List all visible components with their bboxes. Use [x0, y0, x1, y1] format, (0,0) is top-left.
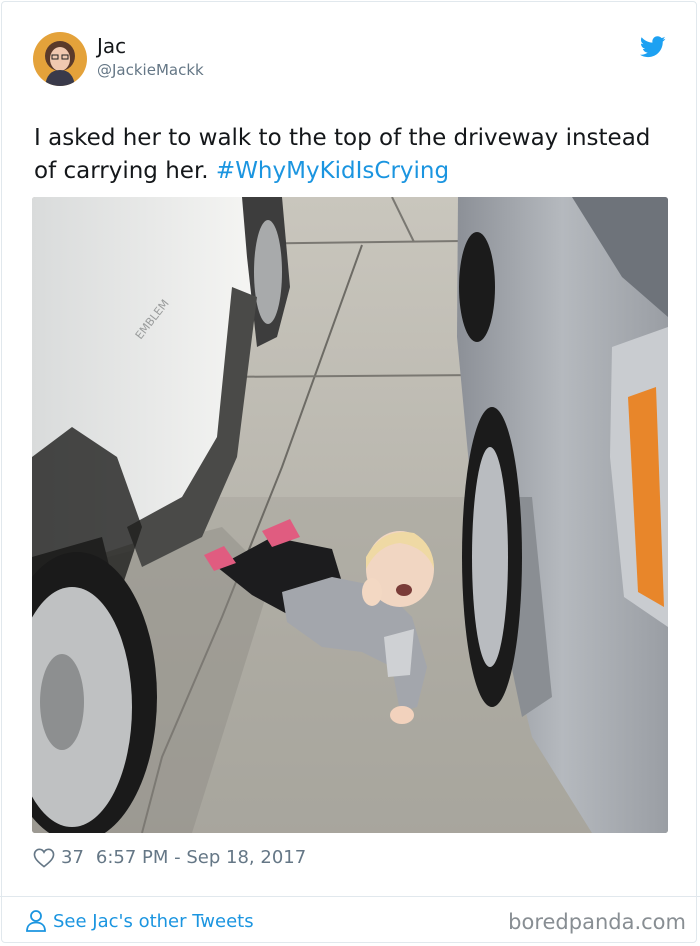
twitter-bird-icon[interactable]: [639, 36, 666, 58]
see-other-tweets-link[interactable]: See Jac's other Tweets: [25, 908, 254, 934]
heart-icon[interactable]: [33, 848, 55, 868]
timestamp[interactable]: 6:57 PM - Sep 18, 2017: [96, 846, 306, 870]
tweet-header: Jac @JackieMackk: [33, 32, 666, 88]
boredpanda-watermark: boredpanda.com: [508, 910, 686, 934]
tweet-text: I asked her to walk to the top of the dr…: [34, 122, 674, 188]
avatar[interactable]: [33, 32, 87, 86]
tweet-photo[interactable]: EMBLEM: [32, 197, 668, 833]
divider: [0, 896, 700, 897]
see-other-tweets-label[interactable]: See Jac's other Tweets: [53, 911, 254, 932]
user-icon: [26, 910, 46, 932]
tweet-meta: 37 6:57 PM - Sep 18, 2017: [33, 846, 306, 870]
hashtag-link[interactable]: #WhyMyKidIsCrying: [216, 158, 449, 184]
author-name[interactable]: Jac: [97, 34, 126, 58]
like-count[interactable]: 37: [61, 846, 84, 870]
author-handle[interactable]: @JackieMackk: [97, 60, 204, 80]
